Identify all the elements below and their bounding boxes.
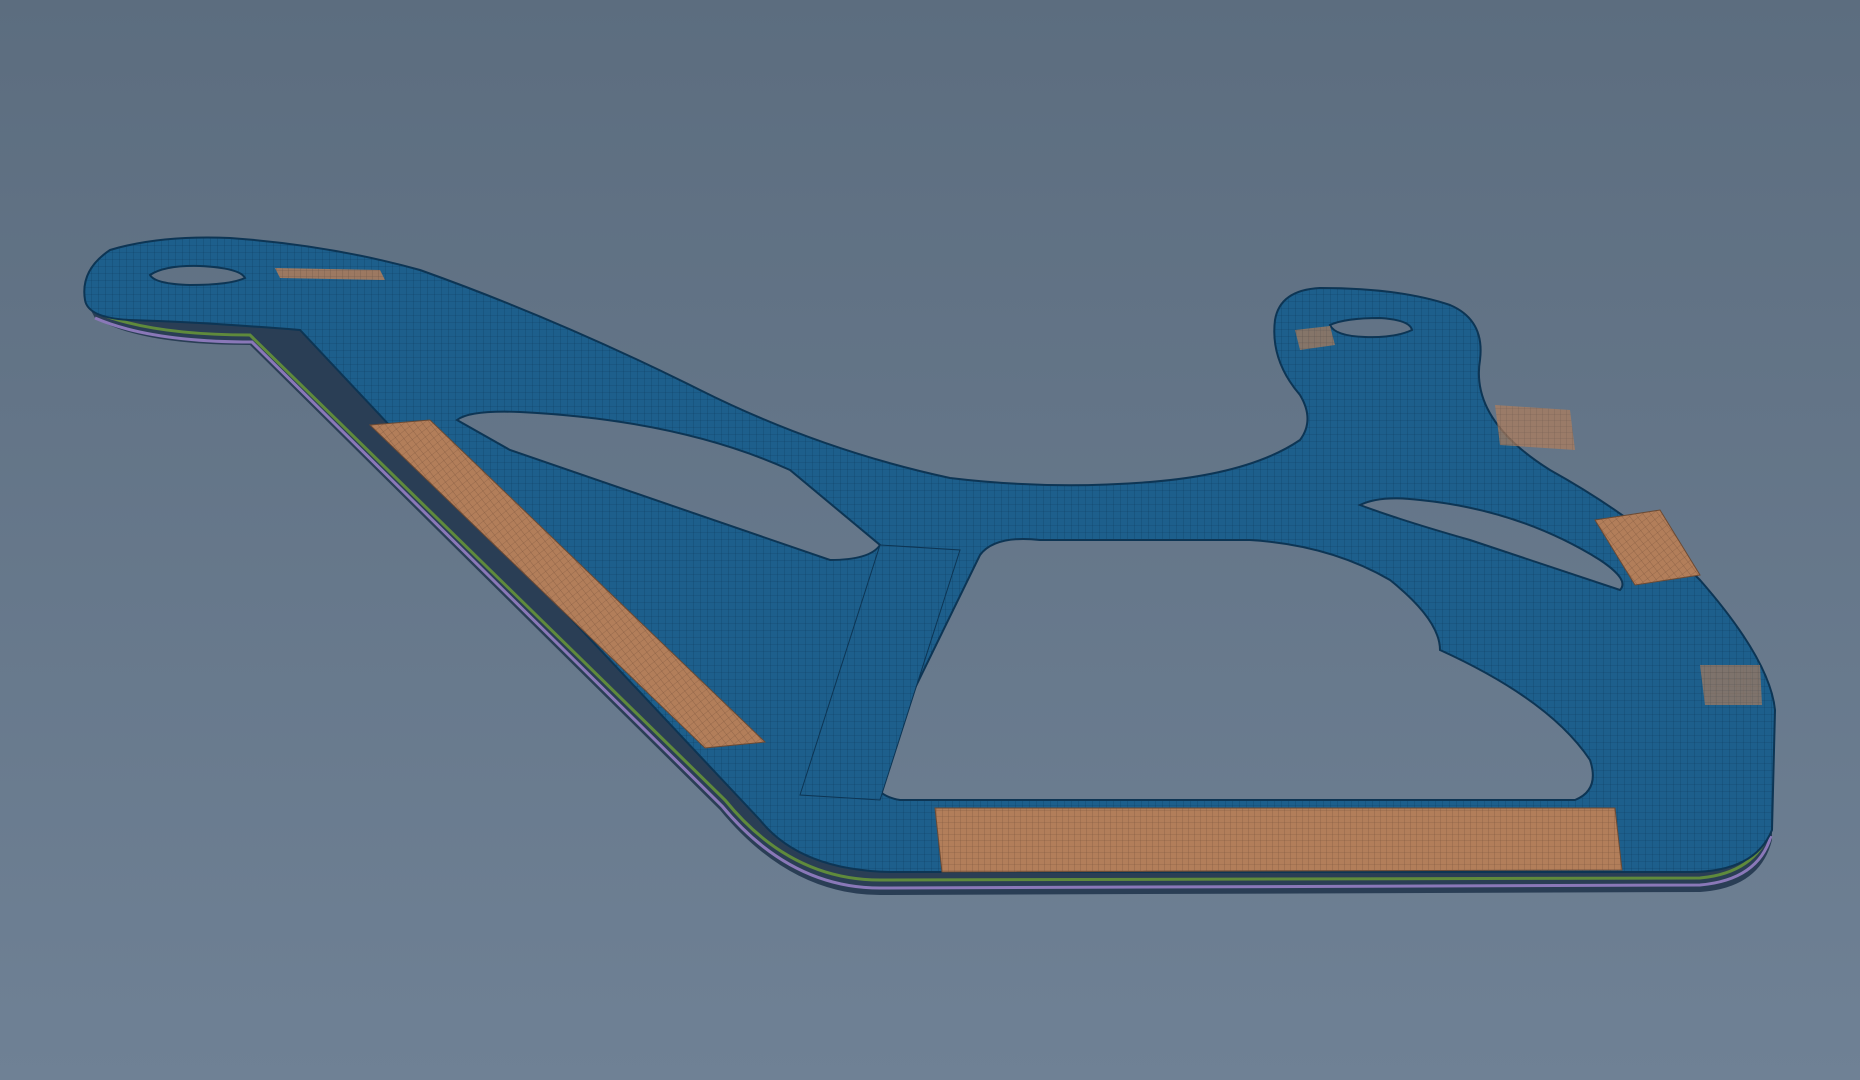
thin-section-right-patch-1 bbox=[1495, 405, 1575, 450]
thin-section-right-patch-3 bbox=[1700, 665, 1762, 705]
thin-section-bottom-strut[interactable] bbox=[934, 807, 1623, 873]
graphics-viewport[interactable] bbox=[0, 0, 1860, 1080]
fe-mesh-canvas[interactable] bbox=[0, 0, 1860, 1080]
thin-section-top-patch bbox=[275, 268, 385, 280]
